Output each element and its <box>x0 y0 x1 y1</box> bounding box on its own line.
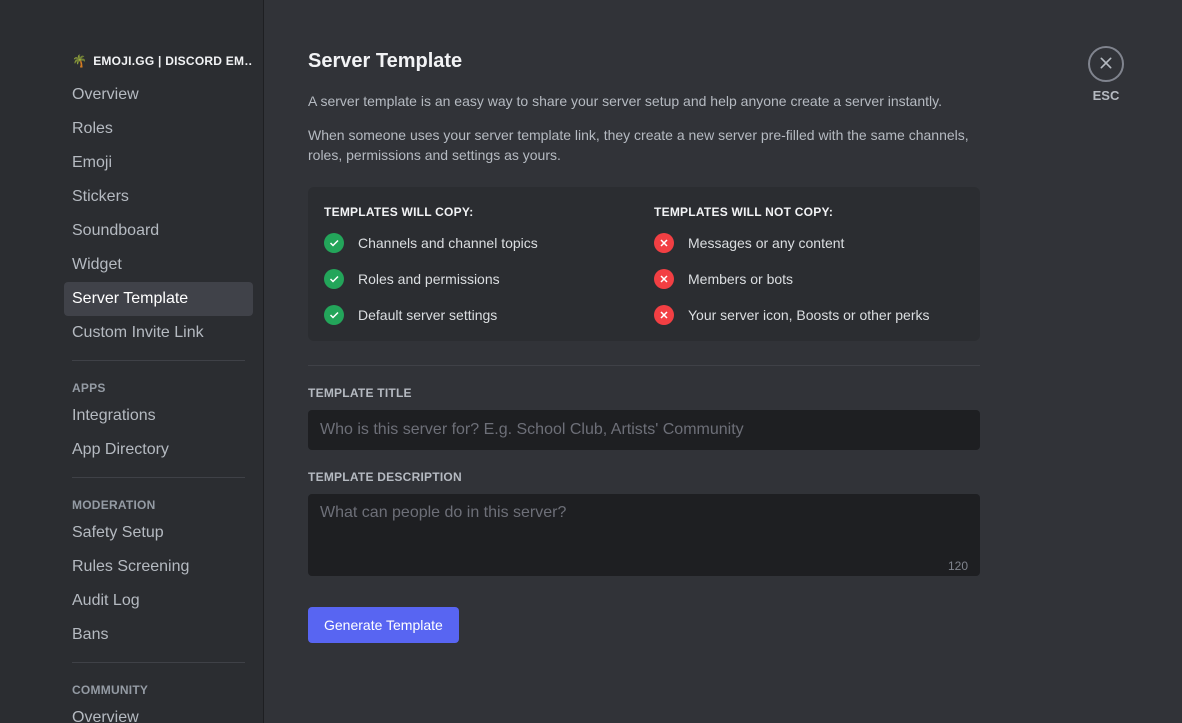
close-area: ESC <box>1088 46 1124 103</box>
close-icon <box>1098 55 1114 74</box>
settings-sidebar: 🌴 EMOJI.GG | DISCORD EM… Overview Roles … <box>0 0 264 723</box>
template-description-wrapper: 120 <box>308 494 980 581</box>
divider <box>72 662 245 663</box>
will-copy-header: Templates will copy: <box>324 205 634 219</box>
wont-copy-header: Templates will not copy: <box>654 205 964 219</box>
template-title-label: Template Title <box>308 386 980 400</box>
sidebar-item-overview[interactable]: Overview <box>64 78 253 112</box>
sidebar-item-app-directory[interactable]: App Directory <box>64 433 253 467</box>
character-count: 120 <box>948 559 968 573</box>
will-copy-column: Templates will copy: Channels and channe… <box>324 205 634 327</box>
sidebar-item-emoji[interactable]: Emoji <box>64 146 253 180</box>
sidebar-item-custom-invite-link[interactable]: Custom Invite Link <box>64 316 253 350</box>
sidebar-item-rules-screening[interactable]: Rules Screening <box>64 550 253 584</box>
template-copy-card: Templates will copy: Channels and channe… <box>308 187 980 341</box>
close-button[interactable] <box>1088 46 1124 82</box>
check-icon <box>324 233 344 253</box>
sidebar-section-apps: Apps <box>64 371 253 399</box>
server-name-header: 🌴 EMOJI.GG | DISCORD EM… <box>64 48 253 78</box>
check-icon <box>324 305 344 325</box>
settings-main: ESC Server Template A server template is… <box>264 0 1182 723</box>
sidebar-item-server-template[interactable]: Server Template <box>64 282 253 316</box>
wont-copy-item: Messages or any content <box>654 233 964 253</box>
template-description-label: Template Description <box>308 470 980 484</box>
cross-icon <box>654 269 674 289</box>
sidebar-item-widget[interactable]: Widget <box>64 248 253 282</box>
sidebar-item-audit-log[interactable]: Audit Log <box>64 584 253 618</box>
sidebar-item-roles[interactable]: Roles <box>64 112 253 146</box>
wont-copy-column: Templates will not copy: Messages or any… <box>654 205 964 327</box>
divider <box>308 365 980 366</box>
will-copy-item: Default server settings <box>324 305 634 325</box>
sidebar-item-stickers[interactable]: Stickers <box>64 180 253 214</box>
sidebar-item-soundboard[interactable]: Soundboard <box>64 214 253 248</box>
page-description-1: A server template is an easy way to shar… <box>308 91 980 111</box>
check-icon <box>324 269 344 289</box>
wont-copy-item: Members or bots <box>654 269 964 289</box>
sidebar-section-community: Community <box>64 673 253 701</box>
template-title-input[interactable] <box>308 410 980 450</box>
page-description-2: When someone uses your server template l… <box>308 125 980 165</box>
sidebar-item-bans[interactable]: Bans <box>64 618 253 652</box>
cross-icon <box>654 233 674 253</box>
divider <box>72 477 245 478</box>
server-name-text: EMOJI.GG | DISCORD EM… <box>93 54 253 68</box>
generate-template-button[interactable]: Generate Template <box>308 607 459 643</box>
will-copy-item: Channels and channel topics <box>324 233 634 253</box>
sidebar-item-community-overview[interactable]: Overview <box>64 701 253 723</box>
will-copy-item: Roles and permissions <box>324 269 634 289</box>
sidebar-section-moderation: Moderation <box>64 488 253 516</box>
sidebar-item-safety-setup[interactable]: Safety Setup <box>64 516 253 550</box>
esc-label: ESC <box>1093 88 1120 103</box>
divider <box>72 360 245 361</box>
palm-tree-icon: 🌴 <box>72 54 87 68</box>
wont-copy-item: Your server icon, Boosts or other perks <box>654 305 964 325</box>
sidebar-item-integrations[interactable]: Integrations <box>64 399 253 433</box>
page-title: Server Template <box>308 50 980 73</box>
template-description-input[interactable] <box>308 494 980 576</box>
cross-icon <box>654 305 674 325</box>
